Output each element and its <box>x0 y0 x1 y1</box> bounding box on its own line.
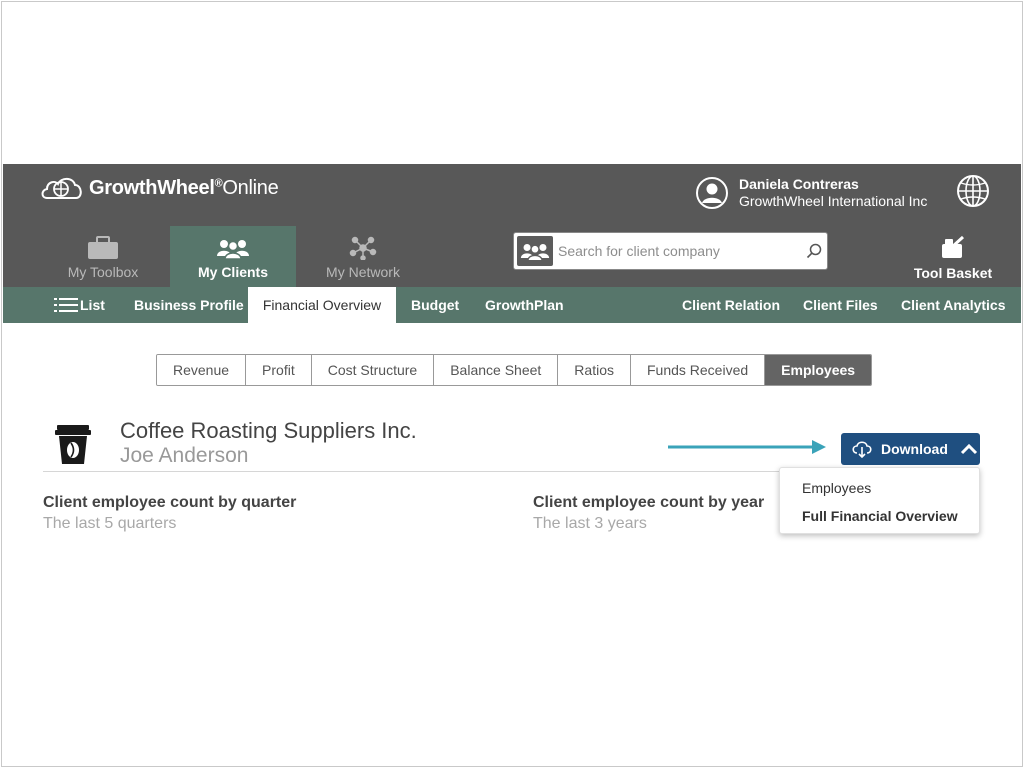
financial-tabs: Revenue Profit Cost Structure Balance Sh… <box>156 354 873 386</box>
client-sub-nav: List Business Profile Financial Overview… <box>3 287 1021 323</box>
sub-nav-budget[interactable]: Budget <box>411 287 459 323</box>
tab-cost-structure[interactable]: Cost Structure <box>311 355 435 385</box>
sub-nav-client-relation[interactable]: Client Relation <box>682 287 780 323</box>
tab-profit[interactable]: Profit <box>246 355 312 385</box>
brand-name: GrowthWheel®Online <box>89 176 279 199</box>
chevron-up-icon <box>960 443 977 455</box>
sub-nav-client-files[interactable]: Client Files <box>803 287 878 323</box>
list-icon <box>54 298 78 312</box>
user-company: GrowthWheel International Inc <box>739 193 928 209</box>
quarter-section-subtitle: The last 5 quarters <box>43 515 177 532</box>
search-clients-badge[interactable] <box>517 236 553 266</box>
tab-my-toolbox[interactable]: My Toolbox <box>40 226 166 287</box>
user-profile[interactable]: Daniela Contreras GrowthWheel Internatio… <box>695 176 927 210</box>
network-icon <box>349 236 377 260</box>
client-company-name: Coffee Roasting Suppliers Inc. <box>120 418 417 443</box>
download-menu-full-financial-overview[interactable]: Full Financial Overview <box>780 502 979 530</box>
sub-nav-business-profile[interactable]: Business Profile <box>134 287 244 323</box>
tool-basket-icon <box>942 235 965 258</box>
sub-nav-client-analytics[interactable]: Client Analytics <box>901 287 1006 323</box>
client-search <box>513 232 828 270</box>
download-menu-employees[interactable]: Employees <box>780 474 979 502</box>
tab-employees[interactable]: Employees <box>765 355 872 385</box>
arrow-right-icon <box>668 440 826 454</box>
search-input[interactable] <box>558 237 798 265</box>
clients-icon <box>520 243 550 262</box>
clients-icon <box>217 240 249 260</box>
year-section-title: Client employee count by year <box>533 494 765 511</box>
main-nav: My Toolbox My Clients My Network Search … <box>3 226 1021 287</box>
cloud-download-icon <box>852 441 872 458</box>
download-button[interactable]: Download <box>841 433 980 465</box>
download-menu: Employees Full Financial Overview <box>779 467 980 534</box>
toolbox-icon <box>88 236 118 259</box>
tab-balance-sheet[interactable]: Balance Sheet <box>434 355 559 385</box>
tool-basket-button[interactable]: Tool Basket <box>903 226 1003 287</box>
sub-nav-growthplan[interactable]: GrowthPlan <box>485 287 564 323</box>
growthwheel-logo[interactable]: GrowthWheel®Online <box>39 174 279 202</box>
tab-funds-received[interactable]: Funds Received <box>630 355 766 385</box>
user-name: Daniela Contreras <box>739 176 859 192</box>
tab-my-clients[interactable]: My Clients <box>170 226 296 287</box>
client-contact-name: Joe Anderson <box>120 444 249 467</box>
tab-revenue[interactable]: Revenue <box>157 355 247 385</box>
globe-icon[interactable] <box>956 174 990 208</box>
quarter-section-title: Client employee count by quarter <box>43 494 297 511</box>
top-header: GrowthWheel®Online Daniela Contreras Gro… <box>3 164 1021 226</box>
search-icon[interactable] <box>806 243 822 259</box>
coffee-cup-icon <box>55 425 91 464</box>
user-avatar-icon <box>696 177 728 209</box>
growthwheel-cloud-icon <box>41 177 82 199</box>
tab-my-network[interactable]: My Network <box>300 226 426 287</box>
tab-ratios[interactable]: Ratios <box>558 355 631 385</box>
year-section-subtitle: The last 3 years <box>533 515 647 532</box>
sub-nav-financial-overview[interactable]: Financial Overview <box>248 287 396 323</box>
sub-nav-list[interactable]: List <box>54 287 105 323</box>
